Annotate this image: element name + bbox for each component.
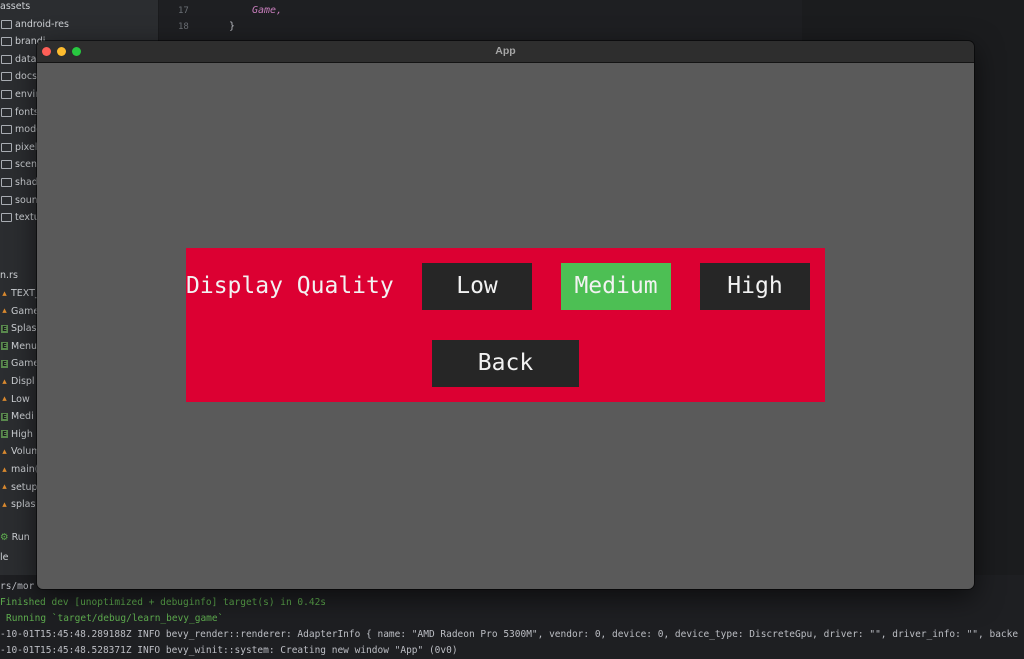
tree-item[interactable]: docs xyxy=(0,68,37,85)
window-titlebar[interactable]: App xyxy=(37,41,974,63)
run-icon: ⚙ xyxy=(0,532,9,543)
tree-item-label: android-res xyxy=(15,18,69,30)
structure-item[interactable]: ▴ Low xyxy=(0,391,30,408)
terminal-line: -10-01T15:45:48.289188Z INFO bevy_render… xyxy=(0,629,1019,640)
structure-item[interactable]: E Splas xyxy=(0,320,36,337)
tree-item[interactable]: android-res xyxy=(0,16,69,33)
line-number: 18 xyxy=(178,22,189,32)
code-line[interactable]: } xyxy=(229,21,235,32)
tree-item-label: Game xyxy=(11,305,40,317)
tree-item-label: Game xyxy=(11,358,40,370)
function-icon: ▴ xyxy=(2,306,7,317)
struct-icon: E xyxy=(1,412,8,421)
tree-item[interactable]: mode xyxy=(0,121,42,138)
tree-item-label: Low xyxy=(11,393,30,405)
folder-icon xyxy=(1,178,12,187)
tree-item-label: Menu xyxy=(11,340,38,352)
folder-icon xyxy=(1,125,12,135)
tree-item-label: fonts xyxy=(15,106,39,118)
tree-item-label: TEXT_ xyxy=(11,288,40,299)
structure-file-label[interactable]: n.rs xyxy=(0,267,18,284)
terminal-line: -10-01T15:45:48.528371Z INFO bevy_winit:… xyxy=(0,645,458,656)
tree-item[interactable]: shad xyxy=(0,174,38,191)
back-button[interactable]: Back xyxy=(432,340,579,387)
window-title: App xyxy=(495,45,516,57)
display-quality-label: Display Quality xyxy=(186,273,394,299)
game-viewport: Display Quality Low Medium High Back xyxy=(37,63,974,589)
function-icon: ▴ xyxy=(2,482,7,493)
tree-item[interactable]: scen xyxy=(0,156,37,173)
folder-icon xyxy=(1,37,12,47)
structure-item[interactable]: ▴ Volum xyxy=(0,443,40,460)
quality-high-button[interactable]: High xyxy=(700,263,810,310)
tree-item[interactable]: envir xyxy=(0,86,39,103)
function-icon: ▴ xyxy=(2,446,7,457)
function-icon: ▴ xyxy=(2,394,7,405)
display-settings-panel: Display Quality Low Medium High Back xyxy=(186,248,825,402)
function-icon: ▴ xyxy=(2,464,7,475)
tree-item[interactable]: fonts xyxy=(0,104,39,121)
tree-item-label: n.rs xyxy=(0,270,18,281)
tree-item-label: Medi xyxy=(11,411,34,423)
structure-item[interactable]: E Medi xyxy=(0,408,34,425)
function-icon: ▴ xyxy=(2,499,7,510)
folder-icon xyxy=(1,107,12,117)
tree-item[interactable]: soun xyxy=(0,192,38,209)
tree-item-label: Splas xyxy=(11,323,37,335)
tree-item[interactable]: textu xyxy=(0,209,40,226)
quality-low-button[interactable]: Low xyxy=(422,263,532,310)
folder-icon xyxy=(1,213,12,223)
tree-item-label: envir xyxy=(15,89,40,100)
folder-icon xyxy=(1,72,12,82)
tree-item-label: soun xyxy=(15,194,38,206)
structure-item[interactable]: ▴ TEXT_ xyxy=(0,285,40,302)
structure-item[interactable]: E High xyxy=(0,426,33,443)
tree-item[interactable]: data xyxy=(0,51,36,68)
structure-item[interactable]: E Game xyxy=(0,355,39,372)
tree-item-label: scen xyxy=(15,159,38,171)
struct-icon: E xyxy=(1,324,8,333)
structure-item[interactable]: ▴ main( xyxy=(0,461,38,478)
structure-item[interactable]: ▴ Game xyxy=(0,303,39,320)
terminal-line: rs/mor xyxy=(0,581,35,592)
struct-icon: E xyxy=(1,430,8,439)
tree-item[interactable]: pixel xyxy=(0,139,37,156)
folder-icon xyxy=(1,90,12,99)
tree-item-label: main( xyxy=(11,464,39,475)
tree-item-label: High xyxy=(11,428,33,440)
code-line[interactable]: Game, xyxy=(252,5,282,16)
tree-item-label: data xyxy=(15,53,37,65)
run-tab[interactable]: ⚙ Run le xyxy=(0,528,36,563)
structure-item[interactable]: ▴ splas xyxy=(0,496,35,513)
tree-item-label: assets xyxy=(0,1,31,12)
function-icon: ▴ xyxy=(2,376,7,387)
structure-item[interactable]: E Menu xyxy=(0,338,37,355)
tree-item-label: splas xyxy=(11,499,36,511)
struct-icon: E xyxy=(1,342,8,351)
folder-icon xyxy=(1,160,12,170)
app-window: App Display Quality Low Medium High Back xyxy=(37,41,974,589)
tree-item-label: shad xyxy=(15,177,38,188)
folder-icon xyxy=(1,142,12,152)
line-number: 17 xyxy=(178,6,189,16)
terminal-line: Running `target/debug/learn_bevy_game` xyxy=(6,613,224,624)
tree-item-label: docs xyxy=(15,71,38,83)
tree-item-label: pixel xyxy=(15,141,38,153)
function-icon: ▴ xyxy=(2,288,7,299)
tree-item-label: setup xyxy=(11,481,38,493)
tree-item[interactable]: assets xyxy=(0,0,30,15)
struct-icon: E xyxy=(1,359,8,368)
folder-icon xyxy=(1,54,12,64)
terminal-line: Finished dev [unoptimized + debuginfo] t… xyxy=(0,597,327,608)
folder-icon xyxy=(1,195,12,205)
structure-item[interactable]: ▴ Displ xyxy=(0,373,35,390)
quality-medium-button[interactable]: Medium xyxy=(561,263,671,310)
folder-icon xyxy=(1,19,12,29)
structure-item[interactable]: ▴ setup xyxy=(0,479,38,496)
tree-item-label: Displ xyxy=(11,376,35,387)
